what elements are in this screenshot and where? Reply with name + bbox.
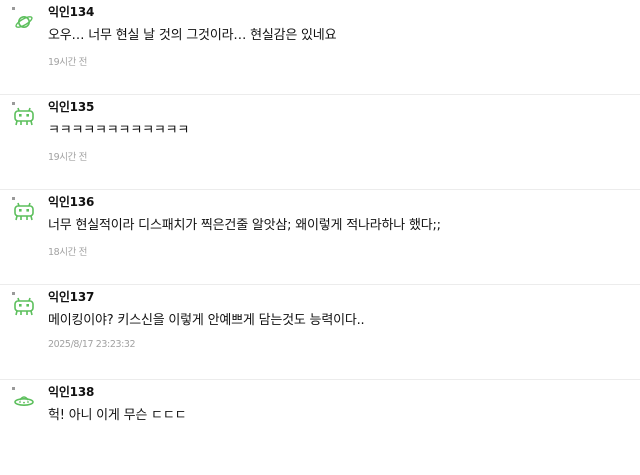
- comment-author[interactable]: 익인137: [48, 288, 94, 306]
- comment-text: ㅋㅋㅋㅋㅋㅋㅋㅋㅋㅋㅋㅋ: [48, 123, 190, 138]
- comment-timestamp: 18시간 전: [48, 247, 87, 258]
- comment-item: 익인134 오우… 너무 현실 날 것의 그것이라… 현실감은 있네요 19시간…: [0, 0, 640, 95]
- comment-author[interactable]: 익인134: [48, 3, 94, 21]
- ufo-icon: [13, 390, 35, 412]
- comment-item: 익인135 ㅋㅋㅋㅋㅋㅋㅋㅋㅋㅋㅋㅋ 19시간 전: [0, 95, 640, 190]
- alien-icon: [13, 200, 35, 222]
- comment-list: 익인134 오우… 너무 현실 날 것의 그것이라… 현실감은 있네요 19시간…: [0, 0, 640, 475]
- comment-text: 오우… 너무 현실 날 것의 그것이라… 현실감은 있네요: [48, 28, 337, 43]
- planet-icon: [13, 10, 35, 32]
- comment-item: 익인136 너무 현실적이라 디스패치가 찍은건줄 알앗삼; 왜이렇게 적나라하…: [0, 190, 640, 285]
- comment-timestamp: 19시간 전: [48, 152, 87, 163]
- comment-item: 익인138 헉! 아니 이게 무슨 ㄷㄷㄷ: [0, 380, 640, 475]
- alien-icon: [13, 105, 35, 127]
- comment-item: 익인137 메이킹이야? 키스신을 이렇게 안예쁘게 담는것도 능력이다.. 2…: [0, 285, 640, 380]
- comment-author[interactable]: 익인138: [48, 383, 94, 401]
- comment-text: 헉! 아니 이게 무슨 ㄷㄷㄷ: [48, 408, 187, 423]
- comment-text: 너무 현실적이라 디스패치가 찍은건줄 알앗삼; 왜이렇게 적나라하나 했다;;: [48, 218, 441, 233]
- comment-author[interactable]: 익인135: [48, 98, 94, 116]
- comment-timestamp: 19시간 전: [48, 57, 87, 68]
- comment-timestamp: 2025/8/17 23:23:32: [48, 339, 136, 350]
- alien-icon: [13, 295, 35, 317]
- comment-author[interactable]: 익인136: [48, 193, 94, 211]
- comment-text: 메이킹이야? 키스신을 이렇게 안예쁘게 담는것도 능력이다..: [48, 313, 365, 328]
